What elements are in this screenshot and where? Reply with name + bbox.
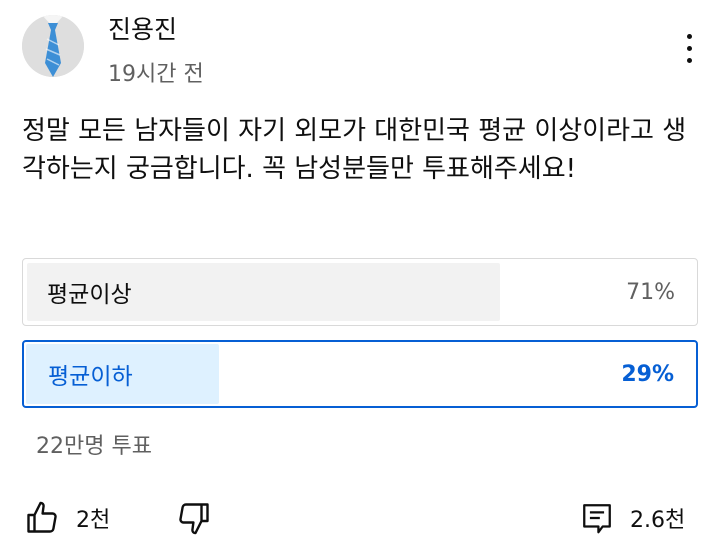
tie-icon (22, 15, 84, 77)
vote-count: 22만명 투표 (36, 434, 152, 459)
poll-option-above-average[interactable]: 평균이상 71% (22, 258, 698, 326)
author-name[interactable]: 진용진 (108, 10, 177, 46)
comment-icon (583, 504, 611, 534)
avatar[interactable] (22, 15, 84, 77)
poll-option-label: 평균이상 (47, 282, 132, 308)
comments-button[interactable]: 2.6천 (580, 496, 685, 540)
dislike-button[interactable] (176, 496, 212, 540)
more-vert-icon[interactable] (672, 28, 706, 68)
post-time[interactable]: 19시간 전 (108, 56, 204, 88)
thumbs-down-icon (179, 503, 209, 535)
like-count: 2천 (76, 508, 111, 533)
poll-option-percent: 71% (626, 279, 675, 305)
poll-option-below-average[interactable]: 평균이하 29% (22, 340, 698, 408)
post-text: 정말 모든 남자들이 자기 외모가 대한민국 평균 이상이라고 생각하는지 궁금… (22, 116, 687, 184)
comment-count: 2.6천 (630, 508, 686, 533)
like-button[interactable]: 2천 (24, 496, 110, 540)
thumbs-up-icon (27, 501, 57, 533)
poll-option-label: 평균이하 (48, 364, 133, 390)
poll-option-percent: 29% (621, 361, 674, 387)
